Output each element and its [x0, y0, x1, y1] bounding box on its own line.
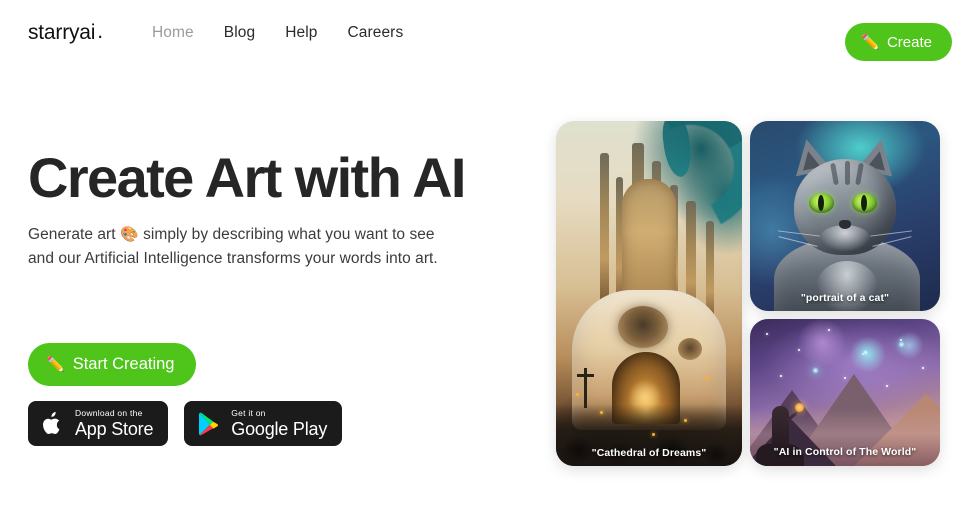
artwork-card-space[interactable]: "AI in Control of The World" [750, 319, 940, 466]
pencil-icon: ✏️ [46, 356, 65, 373]
app-store-badge[interactable]: Download on the App Store [28, 401, 169, 446]
app-store-text: Download on the App Store [75, 409, 153, 438]
google-play-text: Get it on Google Play [231, 409, 327, 438]
google-play-badge[interactable]: Get it on Google Play [184, 401, 343, 446]
nav-item-careers[interactable]: Careers [347, 24, 403, 42]
cathedral-artwork-image [556, 121, 742, 466]
cat-artwork-image [750, 121, 940, 311]
start-creating-button[interactable]: ✏️ Start Creating [28, 343, 197, 386]
artwork-caption: "AI in Control of The World" [773, 446, 917, 458]
artwork-card-cat[interactable]: "portrait of a cat" [750, 121, 940, 311]
create-button[interactable]: ✏️ Create [845, 23, 952, 61]
hero-section: Create Art with AI Generate art 🎨 simply… [28, 146, 528, 446]
brand-logo[interactable]: starryai. [28, 21, 103, 45]
start-creating-button-label: Start Creating [72, 355, 175, 373]
site-header: starryai. Home Blog Help Careers ✏️ Crea… [0, 0, 980, 72]
artwork-caption: "Cathedral of Dreams" [591, 447, 707, 459]
apple-icon [41, 410, 65, 438]
pencil-icon: ✏️ [861, 33, 880, 51]
nav-item-help[interactable]: Help [285, 24, 317, 42]
brand-logo-dot-icon: . [97, 20, 103, 43]
main-nav: Home Blog Help Careers [152, 24, 403, 42]
hero-subtitle-part2: simply by describing what you want to se… [138, 226, 435, 244]
google-play-top-label: Get it on [231, 408, 266, 419]
hero-subtitle-part1: Generate art [28, 226, 120, 244]
landing-page: starryai. Home Blog Help Careers ✏️ Crea… [0, 0, 980, 506]
nav-item-home[interactable]: Home [152, 24, 194, 42]
palette-icon: 🎨 [119, 226, 139, 244]
artwork-gallery: "Cathedral of Dreams" "portrait of a cat… [556, 121, 940, 466]
app-store-bottom-label: App Store [75, 418, 154, 439]
brand-logo-text: starryai [28, 21, 96, 44]
google-play-icon [197, 410, 221, 438]
nav-item-blog[interactable]: Blog [224, 24, 255, 42]
store-badges: Download on the App Store Get it on Goog… [28, 401, 343, 446]
app-store-top-label: Download on the [75, 408, 143, 419]
space-artwork-image [750, 319, 940, 466]
artwork-card-cathedral[interactable]: "Cathedral of Dreams" [556, 121, 742, 466]
artwork-caption: "portrait of a cat" [800, 292, 890, 304]
hero-subtitle: Generate art 🎨 simply by describing what… [28, 223, 498, 271]
google-play-bottom-label: Google Play [231, 418, 328, 439]
page-title: Create Art with AI [28, 146, 467, 209]
create-button-label: Create [886, 33, 932, 51]
hero-subtitle-line2: and our Artificial Intelligence transfor… [28, 250, 438, 268]
